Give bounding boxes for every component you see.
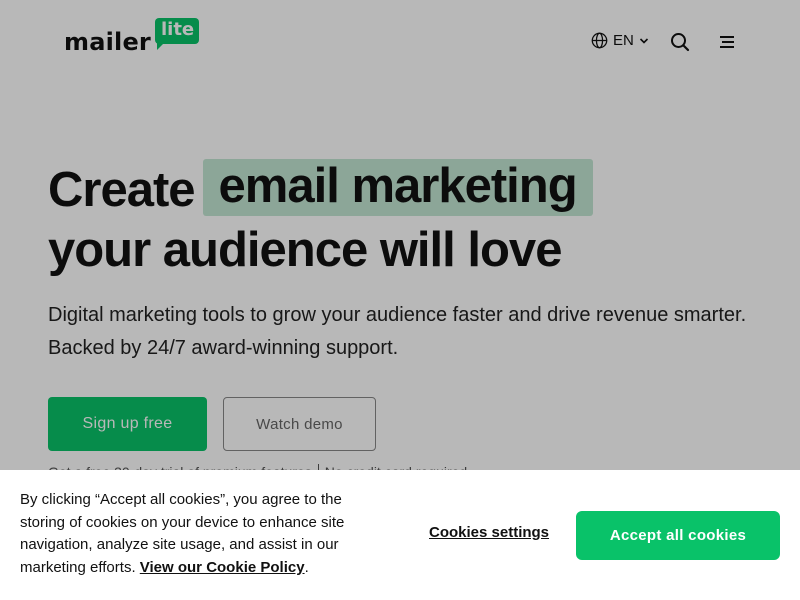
accept-all-cookies-button[interactable]: Accept all cookies	[576, 511, 780, 560]
cookie-policy-link[interactable]: View our Cookie Policy	[140, 559, 305, 576]
cookies-settings-button[interactable]: Cookies settings	[429, 524, 549, 541]
cookie-text: By clicking “Accept all cookies”, you ag…	[20, 491, 345, 577]
